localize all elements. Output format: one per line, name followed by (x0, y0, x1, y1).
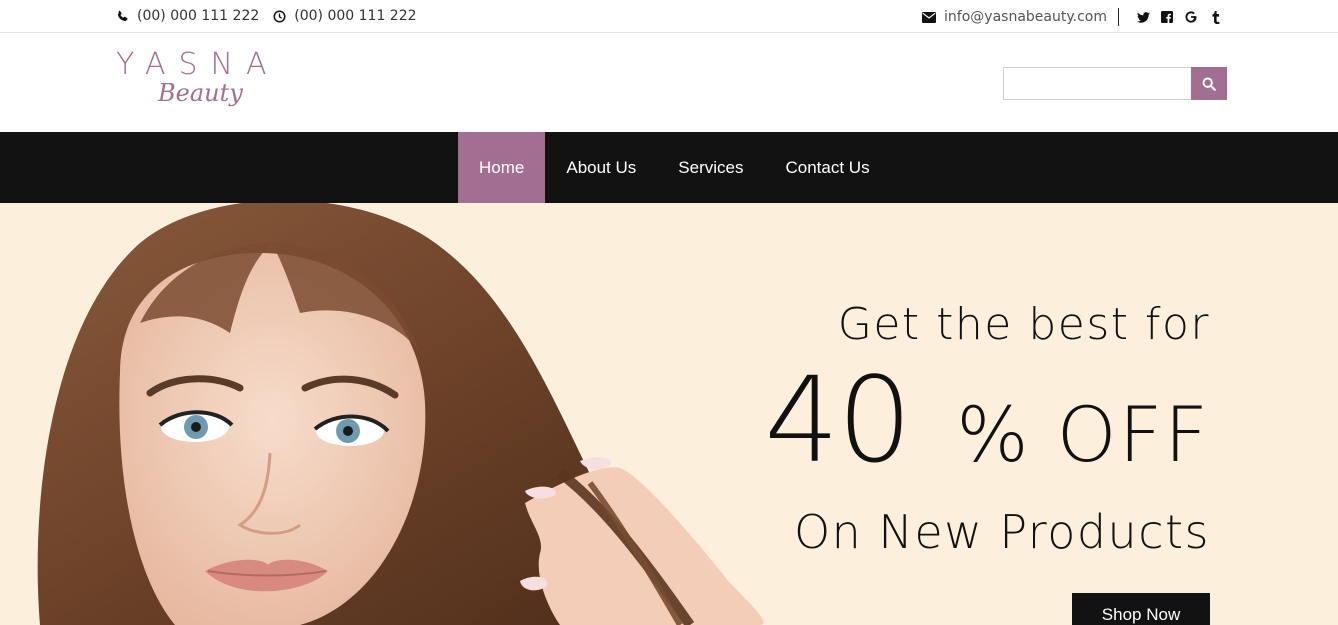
search-button[interactable] (1191, 67, 1227, 100)
topbar-right: info@yasnabeauty.com (922, 8, 1227, 26)
nav-item-about-us[interactable]: About Us (545, 132, 657, 203)
shop-now-button[interactable]: Shop Now (1072, 593, 1210, 625)
nav-item-contact-us[interactable]: Contact Us (764, 132, 890, 203)
hero-headline: Get the best for (837, 299, 1210, 350)
clock-icon (273, 9, 286, 23)
logo-tagline: Beauty (158, 79, 243, 107)
tumblr-icon[interactable] (1203, 10, 1227, 24)
logo[interactable]: YASNA Beauty (116, 49, 280, 121)
phone-number: (00) 000 111 222 (137, 8, 260, 24)
search-input[interactable] (1003, 67, 1191, 100)
twitter-icon[interactable] (1131, 11, 1155, 23)
top-bar: (00) 000 111 222 (00) 000 111 222 info@y… (0, 0, 1338, 33)
logo-wordmark: YASNA (116, 47, 280, 82)
hero-banner: Get the best for 40 % OFF On New Product… (0, 203, 1338, 625)
hero-discount: 40 % OFF (764, 361, 1210, 479)
phone-contact[interactable]: (00) 000 111 222 (116, 8, 259, 24)
main-navigation: Home About Us Services Contact Us (0, 132, 1338, 203)
google-icon[interactable] (1179, 11, 1203, 23)
discount-number: 40 (764, 351, 912, 489)
facebook-icon[interactable] (1155, 11, 1179, 23)
nav-item-services[interactable]: Services (657, 132, 764, 203)
hero-model-image (37, 203, 764, 625)
hours-number: (00) 000 111 222 (294, 8, 417, 24)
social-links (1131, 10, 1227, 24)
search-icon (1202, 77, 1216, 91)
email-contact[interactable]: info@yasnabeauty.com (922, 8, 1119, 26)
nav-list: Home About Us Services Contact Us (458, 132, 891, 203)
envelope-icon (922, 11, 937, 23)
email-address: info@yasnabeauty.com (944, 9, 1107, 25)
hours-contact: (00) 000 111 222 (273, 8, 417, 24)
search-form (1003, 67, 1227, 100)
site-header: YASNA Beauty (0, 33, 1338, 132)
nav-item-home[interactable]: Home (458, 132, 546, 203)
contact-info: (00) 000 111 222 (00) 000 111 222 (116, 8, 431, 24)
discount-suffix: % OFF (956, 390, 1210, 479)
hero-subheadline: On New Products (793, 505, 1210, 559)
phone-icon (117, 10, 128, 21)
